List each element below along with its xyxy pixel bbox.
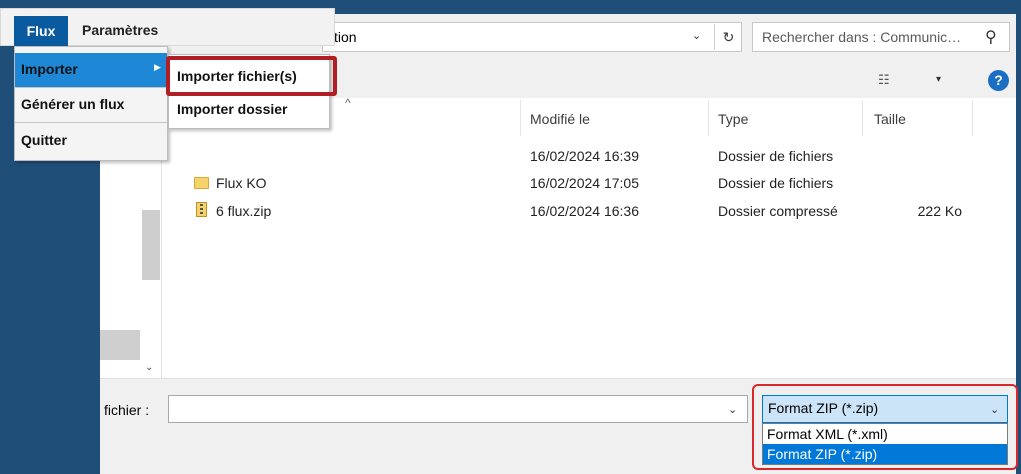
file-row-date[interactable]: 16/02/2024 16:36 <box>530 203 639 219</box>
sort-caret-icon: ^ <box>345 96 351 110</box>
column-header-date[interactable]: Modifié le <box>530 111 590 127</box>
highlight-box-import-files <box>166 56 337 96</box>
file-row-date[interactable]: 16/02/2024 16:39 <box>530 148 639 164</box>
menu-item-quitter[interactable]: Quitter <box>15 124 167 158</box>
menu-separator <box>15 122 167 123</box>
column-separator[interactable] <box>972 100 973 136</box>
file-row-date[interactable]: 16/02/2024 17:05 <box>530 175 639 191</box>
column-header-type[interactable]: Type <box>718 111 748 127</box>
column-separator[interactable] <box>862 100 863 136</box>
refresh-icon[interactable]: ↻ <box>714 24 742 50</box>
highlight-box-filter <box>752 384 1018 470</box>
filename-input[interactable] <box>168 395 748 423</box>
folder-icon <box>194 177 209 189</box>
file-row-type[interactable]: Dossier de fichiers <box>718 175 833 191</box>
menu-parametres[interactable]: Paramètres <box>82 22 158 38</box>
file-row-size[interactable]: 222 Ko <box>900 203 962 219</box>
zip-file-icon <box>196 202 207 217</box>
column-header-size[interactable]: Taille <box>874 111 906 127</box>
view-options-icon[interactable]: ☷ <box>878 72 891 88</box>
column-separator[interactable] <box>708 100 709 136</box>
nav-scrollbar-thumb[interactable] <box>142 210 160 280</box>
filename-dropdown-icon[interactable]: ⌄ <box>728 403 737 416</box>
menu-item-generer-flux[interactable]: Générer un flux <box>15 88 167 122</box>
menu-item-importer[interactable]: Importer <box>15 53 167 87</box>
file-row-type[interactable]: Dossier compressé <box>718 203 838 219</box>
menu-flux[interactable]: Flux <box>14 16 68 46</box>
submenu-arrow-icon: ▶ <box>154 62 161 72</box>
search-icon[interactable]: ⚲ <box>985 27 997 47</box>
filename-label: fichier : <box>104 402 150 418</box>
menu-backdrop <box>168 129 335 161</box>
view-dropdown-icon[interactable]: ▾ <box>936 74 941 85</box>
address-path: tion <box>334 29 357 45</box>
file-row-type[interactable]: Dossier de fichiers <box>718 148 833 164</box>
nav-selected-item[interactable] <box>100 330 140 360</box>
address-bar[interactable] <box>322 22 742 52</box>
search-placeholder: Rechercher dans : Communic… <box>762 29 962 45</box>
submenu-item-importer-dossier[interactable]: Importer dossier <box>170 92 328 126</box>
address-dropdown-icon[interactable]: ⌄ <box>692 29 701 42</box>
file-row-name[interactable]: 6 flux.zip <box>216 203 271 219</box>
help-icon[interactable]: ? <box>988 70 1009 91</box>
column-separator[interactable] <box>520 100 521 136</box>
nav-scroll-down-icon[interactable]: ⌄ <box>145 362 153 373</box>
file-row-name[interactable]: Flux KO <box>216 175 267 191</box>
